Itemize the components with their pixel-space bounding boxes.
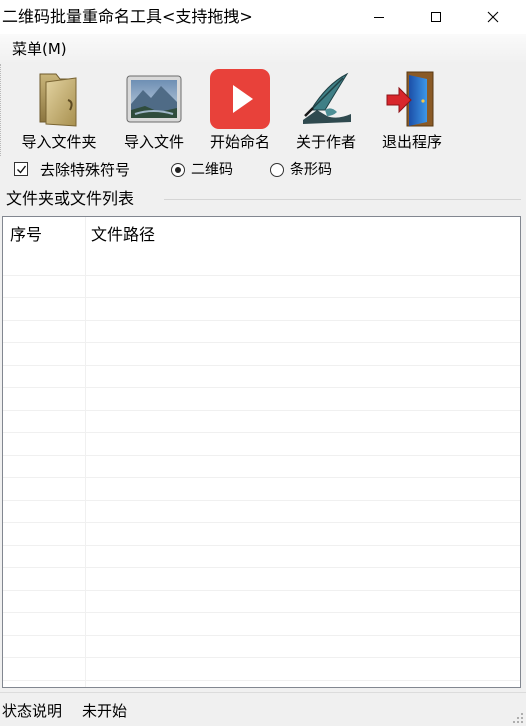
barcode-radio[interactable] bbox=[270, 163, 284, 177]
exit-program-label: 退出程序 bbox=[381, 133, 442, 151]
table-row bbox=[3, 298, 520, 321]
about-author-button[interactable]: 关于作者 bbox=[287, 68, 365, 152]
image-file-icon bbox=[123, 68, 185, 130]
table-row bbox=[3, 546, 520, 568]
start-rename-label: 开始命名 bbox=[209, 133, 270, 151]
status-bar: 状态说明 未开始 bbox=[0, 692, 526, 726]
table-row bbox=[3, 276, 520, 298]
maximize-icon bbox=[431, 12, 441, 22]
import-file-label: 导入文件 bbox=[123, 133, 184, 151]
table-row bbox=[3, 523, 520, 546]
group-box-border bbox=[164, 199, 521, 200]
close-icon bbox=[487, 11, 499, 23]
minimize-button[interactable] bbox=[356, 0, 402, 34]
folder-icon bbox=[28, 68, 90, 130]
menu-bar: 菜单(M) bbox=[0, 34, 526, 64]
client-area: 菜单(M) 导入文件夹 导入文件 开始命名 关于作者 退出程序 去除特殊符号 二… bbox=[0, 34, 526, 726]
title-bar: 二维码批量重命名工具<支持拖拽> bbox=[0, 0, 526, 34]
status-label: 状态说明 bbox=[2, 702, 63, 720]
table-row bbox=[3, 366, 520, 388]
radio-selected-dot bbox=[175, 167, 181, 173]
table-row bbox=[3, 321, 520, 343]
column-header-path[interactable]: 文件路径 bbox=[85, 217, 520, 253]
table-row bbox=[3, 343, 520, 366]
menu-main[interactable]: 菜单(M) bbox=[6, 38, 73, 60]
exit-program-button[interactable]: 退出程序 bbox=[373, 68, 451, 152]
table-row bbox=[3, 456, 520, 478]
file-list-view[interactable]: 序号 文件路径 bbox=[2, 216, 521, 688]
barcode-radio-label[interactable]: 条形码 bbox=[290, 161, 332, 179]
qrcode-radio-label[interactable]: 二维码 bbox=[191, 161, 233, 179]
table-row bbox=[3, 591, 520, 613]
table-row bbox=[3, 433, 520, 456]
table-row bbox=[3, 253, 520, 276]
table-row bbox=[3, 411, 520, 433]
table-row bbox=[3, 388, 520, 411]
remove-special-chars-checkbox[interactable] bbox=[14, 162, 28, 176]
status-value: 未开始 bbox=[82, 702, 128, 720]
table-row bbox=[3, 501, 520, 523]
exit-door-icon bbox=[381, 68, 443, 130]
remove-special-chars-label[interactable]: 去除特殊符号 bbox=[40, 160, 130, 180]
list-header: 序号 文件路径 bbox=[3, 217, 520, 253]
list-rows bbox=[3, 253, 520, 681]
quill-pen-icon bbox=[295, 68, 357, 130]
import-file-button[interactable]: 导入文件 bbox=[115, 68, 193, 152]
maximize-button[interactable] bbox=[413, 0, 459, 34]
table-row bbox=[3, 478, 520, 501]
minimize-icon bbox=[374, 17, 384, 18]
column-header-index[interactable]: 序号 bbox=[3, 217, 85, 253]
options-row: 去除特殊符号 二维码 条形码 bbox=[0, 158, 526, 184]
table-row bbox=[3, 636, 520, 658]
play-icon bbox=[209, 68, 271, 130]
table-row bbox=[3, 613, 520, 636]
table-row bbox=[3, 568, 520, 591]
about-author-label: 关于作者 bbox=[295, 133, 356, 151]
checkmark-icon bbox=[17, 165, 27, 174]
file-list-group-title: 文件夹或文件列表 bbox=[6, 188, 139, 210]
toolbar: 导入文件夹 导入文件 开始命名 关于作者 退出程序 bbox=[0, 64, 526, 156]
import-folder-label: 导入文件夹 bbox=[21, 133, 97, 151]
qrcode-radio[interactable] bbox=[171, 163, 185, 177]
close-button[interactable] bbox=[470, 0, 516, 34]
resize-grip-icon[interactable] bbox=[512, 712, 524, 724]
start-rename-button[interactable]: 开始命名 bbox=[201, 68, 279, 152]
import-folder-button[interactable]: 导入文件夹 bbox=[13, 68, 105, 152]
window-title: 二维码批量重命名工具<支持拖拽> bbox=[2, 7, 253, 26]
table-row bbox=[3, 658, 520, 681]
